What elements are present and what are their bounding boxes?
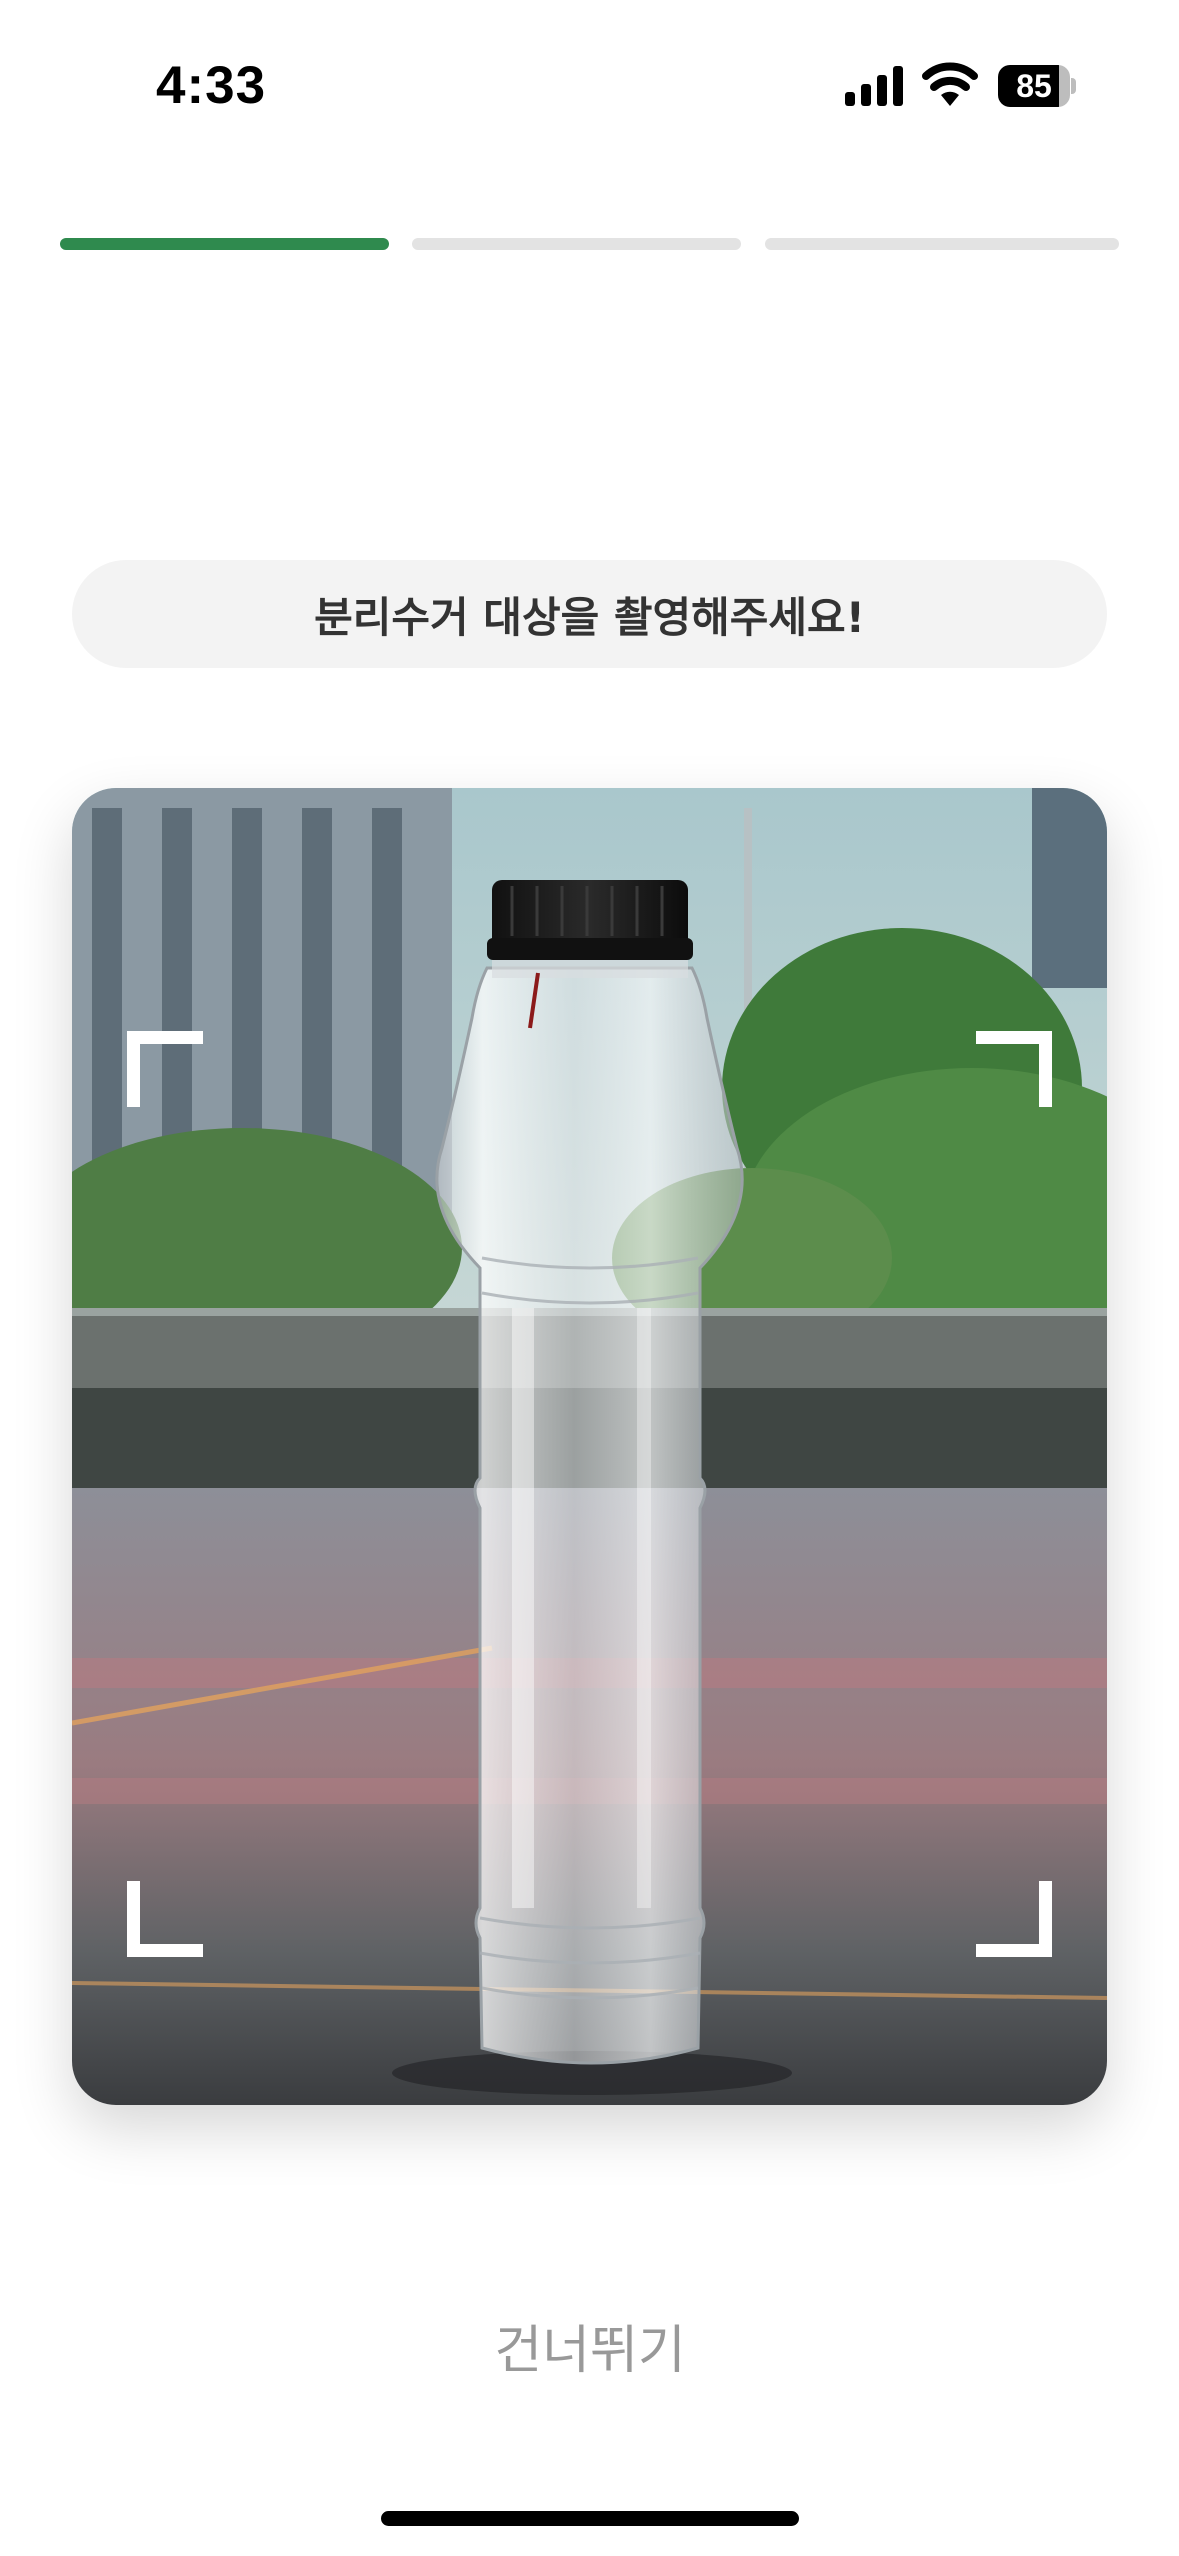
signal-icon bbox=[845, 66, 903, 106]
battery-icon: 85 bbox=[998, 65, 1076, 107]
battery-level: 85 bbox=[998, 65, 1070, 107]
battery-cap bbox=[1071, 78, 1076, 94]
status-time: 4:33 bbox=[156, 56, 267, 115]
scan-frame-corner-top-right-icon bbox=[976, 1031, 1052, 1107]
progress-step-2 bbox=[412, 238, 741, 250]
camera-preview[interactable] bbox=[72, 788, 1107, 2105]
scan-frame-corner-bottom-left-icon bbox=[127, 1881, 203, 1957]
step-progress-bar bbox=[60, 238, 1119, 250]
scan-frame-corner-top-left-icon bbox=[127, 1031, 203, 1107]
home-indicator[interactable] bbox=[381, 2511, 799, 2526]
instruction-banner: 분리수거 대상을 촬영해주세요! bbox=[72, 560, 1107, 668]
camera-capture-screen: 4:33 85 분리수거 대상을 촬영해주세요! 건너뛰기 bbox=[0, 0, 1179, 2556]
skip-label: 건너뛰기 bbox=[494, 2320, 686, 2381]
progress-step-1 bbox=[60, 238, 389, 250]
instruction-text: 분리수거 대상을 촬영해주세요! bbox=[314, 592, 865, 642]
status-bar: 4:33 85 bbox=[0, 0, 1179, 170]
camera-photo bbox=[72, 788, 1107, 2105]
progress-step-3 bbox=[765, 238, 1119, 250]
scan-frame-corner-bottom-right-icon bbox=[976, 1881, 1052, 1957]
wifi-icon bbox=[922, 62, 978, 106]
skip-button[interactable]: 건너뛰기 bbox=[440, 2305, 740, 2385]
